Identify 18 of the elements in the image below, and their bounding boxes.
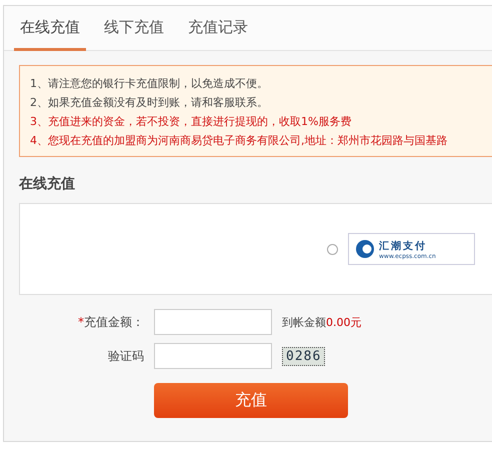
received-amount: 到帐金额0.00元 <box>282 314 362 330</box>
notice-line: 4、您现在充值的加盟商为河南商易贷电子商务有限公司,地址：郑州市花园路与国基路 <box>30 133 448 148</box>
payment-radio[interactable] <box>327 244 338 254</box>
captcha-input[interactable] <box>154 343 272 369</box>
section-title: 在线充值 <box>19 175 76 193</box>
amount-label: *充值金额： <box>77 314 144 330</box>
tab[interactable]: 在线充值 <box>14 6 86 51</box>
c-logo-icon <box>355 239 375 259</box>
notice-line: 1、请注意您的银行卡充值限制，以免造成不便。 <box>30 76 269 91</box>
amount-input[interactable] <box>154 309 272 335</box>
notice-line: 2、如果充值金额没有及时到账，请和客服联系。 <box>30 95 269 110</box>
notice-line: 3、充值进来的资金，若不投资，直接进行提现的，收取1%服务费 <box>30 114 352 129</box>
submit-button[interactable]: 充值 <box>154 383 348 418</box>
logo-name: 汇潮支付 <box>379 240 428 252</box>
tab[interactable]: 线下充值 <box>98 6 170 51</box>
tab[interactable]: 充值记录 <box>182 6 254 51</box>
captcha-image[interactable]: 0286 <box>282 346 326 366</box>
captcha-label: 验证码 <box>107 348 144 364</box>
